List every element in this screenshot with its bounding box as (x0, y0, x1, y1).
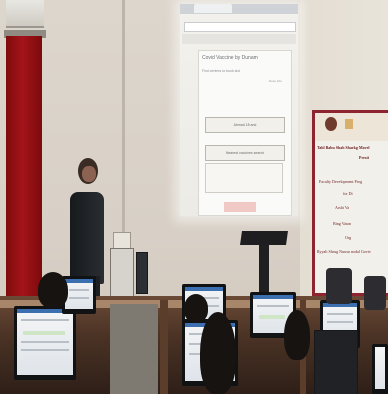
lectern-stand (259, 244, 269, 294)
cpu-tower (314, 330, 358, 394)
equipment-rack (110, 248, 134, 300)
banner-line-3: Faculty Development Prog (319, 179, 363, 184)
attendee-head (284, 310, 310, 360)
air-conditioner (6, 0, 44, 28)
presenter-body (70, 192, 104, 284)
form-title: Covid Vaccine by Dunam (202, 55, 258, 61)
banner-line-6: Bing Vatan (333, 221, 351, 226)
monitor (372, 344, 388, 394)
option-button-2: Nearest vaccines search (205, 145, 285, 161)
banner-line-7: Org (345, 235, 352, 240)
presenter-face (82, 166, 96, 182)
banner-line-4: for Di (343, 191, 353, 196)
form-small-label: Dose Info (269, 79, 282, 83)
form-field (205, 163, 283, 193)
monitor (14, 306, 76, 380)
browser-address-bar (184, 22, 296, 32)
banner-line-1: Tahl Babu Shah Sharkg Mavel (317, 145, 370, 150)
projected-pink-block (224, 202, 256, 212)
attendee-head (38, 272, 68, 308)
browser-tab-bar (180, 4, 298, 14)
attendee-head (200, 312, 236, 394)
wall-pipe (122, 0, 125, 240)
banner-line-2: Presti (359, 155, 369, 160)
form-subtitle: Find centres to book slot (202, 69, 241, 73)
cpu-tower (136, 252, 148, 294)
banner-line-5: Arshi Va (335, 205, 350, 210)
browser-tab (194, 4, 232, 13)
web-form-card: Covid Vaccine by Dunam Find centres to b… (198, 50, 292, 216)
emblem-logo (325, 117, 337, 131)
banner-header (315, 113, 388, 141)
second-logo (345, 119, 353, 129)
attendee-head (184, 294, 208, 322)
desk-partition (160, 300, 168, 394)
chair (326, 268, 352, 304)
projected-screen: Covid Vaccine by Dunam Find centres to b… (180, 4, 298, 216)
cabinet (110, 304, 158, 394)
banner-line-8: Ryyali Shrug Nusrar nodal Govtv (317, 249, 371, 254)
option-button-1: Ahmad 18 and (205, 117, 285, 133)
classroom-scene: Covid Vaccine by Dunam Find centres to b… (0, 0, 388, 394)
bookmarks-bar (182, 34, 296, 44)
lectern-top (240, 231, 288, 245)
red-curtain (6, 36, 42, 298)
chair (364, 276, 386, 310)
